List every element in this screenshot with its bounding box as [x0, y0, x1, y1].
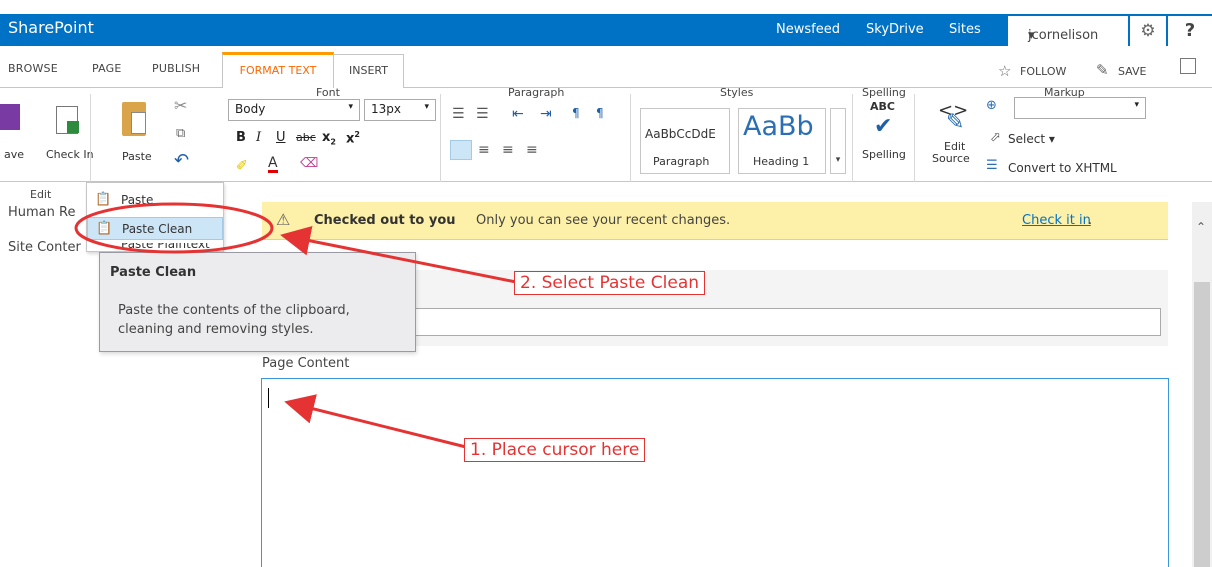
callout-step-2: 2. Select Paste Clean	[514, 271, 706, 295]
annotation-ellipse	[74, 202, 274, 254]
annotation-arrow-2	[280, 225, 517, 284]
callout-step-1: 1. Place cursor here	[464, 438, 646, 462]
annotation-arrow-1	[284, 394, 467, 449]
